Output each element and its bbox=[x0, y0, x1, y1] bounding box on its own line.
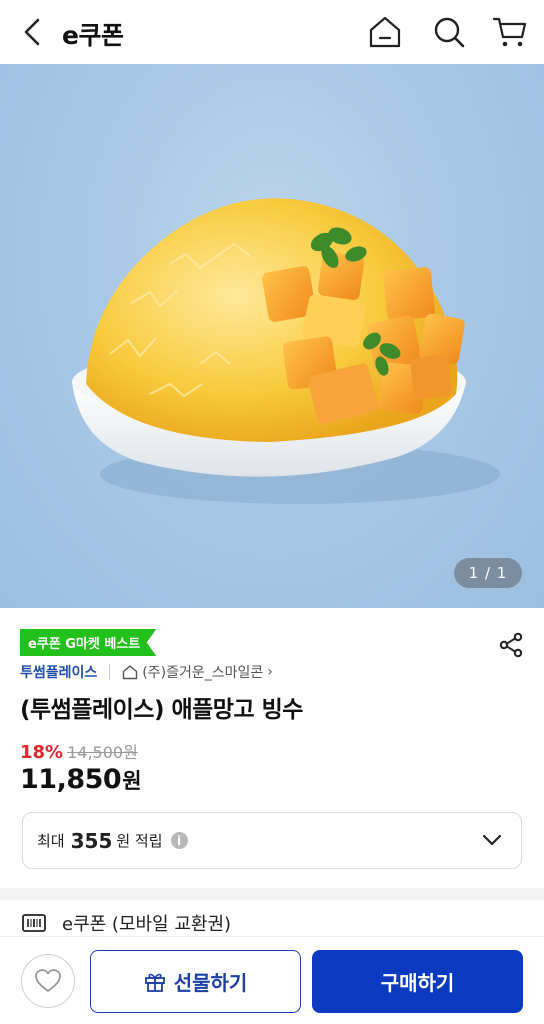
buy-label: 구매하기 bbox=[380, 971, 455, 995]
info-icon[interactable]: i bbox=[170, 832, 188, 849]
sale-price: 11,850원 bbox=[20, 764, 142, 795]
seller-name: (주)즐거운_스마일콘 bbox=[142, 665, 264, 681]
product-image bbox=[72, 198, 500, 504]
top-bar: e쿠폰 bbox=[0, 0, 544, 64]
back-button[interactable] bbox=[14, 14, 50, 50]
bottom-action-bar: 선물하기 구매하기 bbox=[0, 936, 544, 1024]
chevron-left-icon bbox=[24, 18, 40, 46]
cart-icon bbox=[492, 17, 527, 47]
gift-button[interactable]: 선물하기 bbox=[90, 950, 301, 1013]
price-discount-row: 18% 14,500원 bbox=[20, 739, 138, 763]
store-home-icon bbox=[123, 665, 138, 680]
buy-button[interactable]: 구매하기 bbox=[312, 950, 523, 1013]
points-prefix: 최대 bbox=[37, 832, 65, 850]
original-price: 14,500원 bbox=[67, 743, 138, 762]
gift-icon bbox=[144, 973, 165, 992]
search-icon bbox=[434, 17, 465, 48]
brand-row: 투썸플레이스 (주)즐거운_스마일콘 › bbox=[20, 660, 273, 684]
points-suffix: 원 적립 bbox=[116, 832, 163, 850]
heart-icon bbox=[35, 969, 61, 992]
seller-link[interactable]: (주)즐거운_스마일콘 › bbox=[122, 662, 273, 682]
chevron-right-icon: › bbox=[267, 664, 273, 680]
cart-button[interactable] bbox=[490, 12, 530, 52]
section-divider bbox=[0, 888, 544, 900]
home-button[interactable] bbox=[365, 12, 405, 52]
wishlist-button[interactable] bbox=[21, 954, 75, 1008]
sale-price-value: 11,850 bbox=[20, 764, 122, 795]
share-icon bbox=[499, 632, 523, 658]
gift-label: 선물하기 bbox=[173, 971, 248, 995]
barcode-ticket-icon bbox=[22, 914, 46, 932]
points-accordion[interactable]: 최대 355 원 적립 i bbox=[22, 812, 522, 869]
chevron-down-icon bbox=[482, 834, 502, 846]
image-pager: 1 / 1 bbox=[454, 558, 522, 588]
best-badge: e쿠폰 G마켓 베스트 bbox=[20, 629, 157, 656]
product-info: e쿠폰 G마켓 베스트 투썸플레이스 (주)즐거운_스마일콘 › (투썸플레이스… bbox=[0, 608, 544, 888]
divider bbox=[109, 664, 111, 680]
page-title: e쿠폰 bbox=[62, 21, 124, 50]
search-button[interactable] bbox=[429, 12, 469, 52]
sale-price-unit: 원 bbox=[122, 769, 142, 793]
product-title: (투썸플레이스) 애플망고 빙수 bbox=[20, 697, 303, 723]
discount-rate: 18% bbox=[20, 742, 64, 763]
brand-link[interactable]: 투썸플레이스 bbox=[20, 662, 97, 682]
share-button[interactable] bbox=[496, 630, 526, 660]
product-image-gallery[interactable]: 1 / 1 bbox=[0, 64, 544, 608]
points-amount: 355 bbox=[70, 828, 113, 853]
coupon-type-row: e쿠폰 (모바일 교환권) bbox=[22, 906, 231, 940]
home-icon bbox=[369, 16, 401, 48]
coupon-type-label: e쿠폰 (모바일 교환권) bbox=[62, 914, 232, 935]
